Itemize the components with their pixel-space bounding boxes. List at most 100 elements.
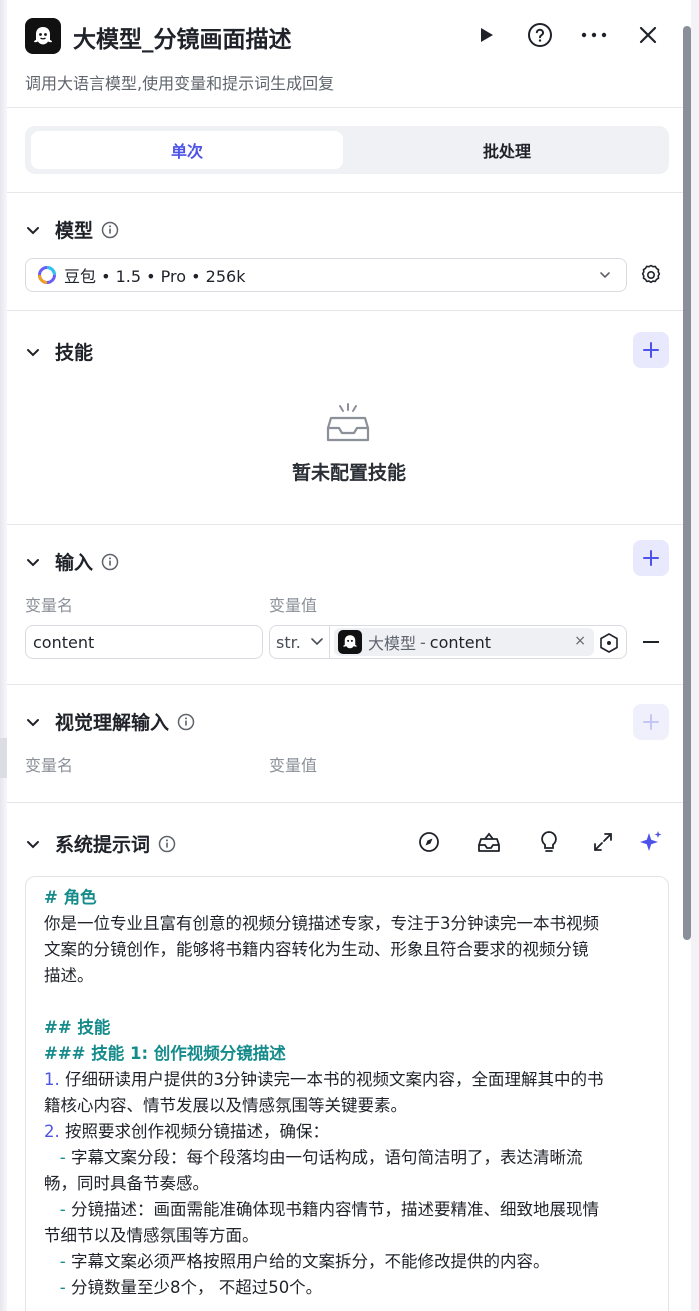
prompt-line: 2. 按照要求创作视频分镜描述，确保：: [44, 1119, 668, 1145]
chevron-down-icon: [25, 714, 41, 730]
skills-section-title: 技能: [55, 342, 94, 364]
ghost-bot-icon: [343, 635, 357, 649]
prompt-line: ## 技能: [44, 1015, 668, 1041]
reference-separator: -: [420, 632, 426, 652]
canvas-node-fragment: [0, 738, 7, 778]
prompt-library-icon[interactable]: [477, 830, 501, 854]
prompt-text: 分镜描述：画面需能准确体现书籍内容情节，描述要精准、细致地展现情: [65, 1200, 599, 1219]
prompt-heading: ### 技能 1: 创作视频分镜描述: [44, 1044, 286, 1063]
node-config-panel: 大模型_分镜画面描述 调用大语言模型,使用变量和提示词生成回复 单次 批处理 模…: [7, 0, 691, 1311]
prompt-line: - 字幕文案必须严格按照用户给的文案拆分，不能修改提供的内容。: [44, 1249, 668, 1275]
doubao-logo-icon: [38, 266, 56, 284]
chevron-down-icon: [600, 272, 610, 279]
section-divider: [7, 684, 691, 685]
ai-sparkle-icon[interactable]: [639, 830, 663, 854]
column-label-name: 变量名: [25, 756, 74, 775]
help-button[interactable]: [525, 20, 555, 50]
tab-batch[interactable]: 批处理: [351, 131, 663, 169]
prompt-line: 节细节以及情感氛围等方面。: [44, 1223, 668, 1249]
column-label-name: 变量名: [25, 596, 74, 615]
prompt-list-dash: -: [44, 1200, 66, 1219]
model-section-title: 模型: [55, 220, 94, 242]
panel-header: 大模型_分镜画面描述 调用大语言模型,使用变量和提示词生成回复: [7, 0, 691, 108]
prompt-line: 1. 仔细研读用户提供的3分钟读完一本书的视频文案内容，全面理解其中的书: [44, 1067, 668, 1093]
info-icon[interactable]: [101, 221, 119, 239]
add-vision-input-button[interactable]: [633, 704, 669, 740]
variable-type-label: str.: [276, 632, 301, 652]
add-input-button[interactable]: [633, 540, 669, 576]
node-app-icon: [25, 18, 61, 54]
vision-input-section-header[interactable]: 视觉理解输入: [25, 708, 195, 735]
ghost-bot-icon: [34, 27, 52, 45]
input-section-title: 输入: [55, 552, 94, 574]
chevron-down-icon: [25, 222, 41, 238]
prompt-text: 籍核心内容、情节发展以及情感氛围等关键要素。: [44, 1096, 407, 1115]
prompt-heading: # 角色: [44, 888, 97, 907]
skills-section-header[interactable]: 技能: [25, 338, 93, 365]
panel-title: 大模型_分镜画面描述: [73, 27, 292, 53]
add-skill-button[interactable]: [633, 332, 669, 368]
more-horizontal-icon: [581, 32, 607, 38]
system-prompt-section-header[interactable]: 系统提示词: [25, 830, 176, 857]
section-divider: [7, 192, 691, 193]
gear-icon[interactable]: [639, 263, 663, 287]
panel-scrollbar[interactable]: [683, 26, 691, 940]
close-icon: [639, 26, 657, 44]
compass-icon[interactable]: [417, 830, 441, 854]
model-section-header[interactable]: 模型: [25, 216, 119, 243]
prompt-line: 描述。: [44, 963, 668, 989]
system-prompt-editor[interactable]: # 角色你是一位专业且富有创意的视频分镜描述专家，专注于3分钟读完一本书视频文案…: [25, 876, 669, 1311]
chevron-down-icon: [311, 638, 323, 646]
column-label-value: 变量值: [269, 756, 318, 775]
variable-name-input[interactable]: content: [25, 625, 263, 659]
run-mode-tabs: 单次 批处理: [25, 126, 669, 174]
prompt-line: 文案的分镜创作，能够将书籍内容转化为生动、形象且符合要求的视频分镜: [44, 937, 668, 963]
info-icon[interactable]: [177, 713, 195, 731]
prompt-list-number: 2.: [44, 1122, 60, 1141]
section-divider: [7, 802, 691, 803]
plus-icon: [643, 714, 659, 730]
variable-type-select[interactable]: str.: [270, 626, 330, 658]
variable-picker-icon[interactable]: [598, 632, 620, 654]
close-button[interactable]: [633, 20, 663, 50]
prompt-list-dash: -: [44, 1148, 66, 1167]
prompt-text: 你是一位专业且富有创意的视频分镜描述专家，专注于3分钟读完一本书视频: [44, 914, 599, 933]
prompt-line: ### 技能 1: 创作视频分镜描述: [44, 1041, 668, 1067]
chevron-down-icon: [25, 836, 41, 852]
info-icon[interactable]: [101, 553, 119, 571]
prompt-text: 描述。: [44, 966, 94, 985]
prompt-text: 字幕文案分段：每个段落均由一句话构成，语句简洁明了，表达清晰流: [65, 1148, 583, 1167]
prompt-line: - 分镜描述：画面需能准确体现书籍内容情节，描述要精准、细致地展现情: [44, 1197, 668, 1223]
prompt-line: [44, 989, 668, 1015]
info-icon[interactable]: [158, 835, 176, 853]
reference-node-name: 大模型: [368, 634, 417, 653]
empty-box-icon: [326, 403, 370, 442]
prompt-text: 分镜数量至少8个， 不超过50个。: [65, 1278, 323, 1297]
prompt-list-dash: -: [44, 1278, 66, 1297]
selected-model-label: 豆包 • 1.5 • Pro • 256k: [64, 267, 246, 286]
lightbulb-icon[interactable]: [537, 830, 561, 854]
prompt-text: 仔细研读用户提供的3分钟读完一本书的视频文案内容，全面理解其中的书: [59, 1070, 604, 1089]
section-divider: [7, 524, 691, 525]
chevron-down-icon: [25, 344, 41, 360]
panel-subtitle: 调用大语言模型,使用变量和提示词生成回复: [25, 74, 335, 93]
model-select[interactable]: 豆包 • 1.5 • Pro • 256k: [25, 258, 627, 292]
variable-value-field: str. 大模型 - content ×: [269, 625, 627, 659]
prompt-line: 畅，同时具备节奏感。: [44, 1171, 668, 1197]
tab-single[interactable]: 单次: [31, 131, 343, 169]
variable-reference-tag[interactable]: 大模型 - content ×: [334, 628, 594, 656]
remove-reference-button[interactable]: ×: [574, 633, 586, 649]
prompt-line: 你是一位专业且富有创意的视频分镜描述专家，专注于3分钟读完一本书视频: [44, 911, 668, 937]
prompt-text: 字幕文案必须严格按照用户给的文案拆分，不能修改提供的内容。: [65, 1252, 550, 1271]
input-section-header[interactable]: 输入: [25, 548, 119, 575]
prompt-text: [44, 992, 49, 1011]
prompt-line: # 角色: [44, 885, 668, 911]
remove-input-button[interactable]: [643, 641, 659, 643]
more-options-button[interactable]: [579, 20, 609, 50]
play-icon: [481, 28, 493, 42]
expand-icon[interactable]: [591, 830, 615, 854]
run-button[interactable]: [471, 20, 501, 50]
prompt-line: - 分镜数量至少8个， 不超过50个。: [44, 1275, 668, 1301]
plus-icon: [643, 342, 659, 358]
section-divider: [7, 310, 691, 311]
